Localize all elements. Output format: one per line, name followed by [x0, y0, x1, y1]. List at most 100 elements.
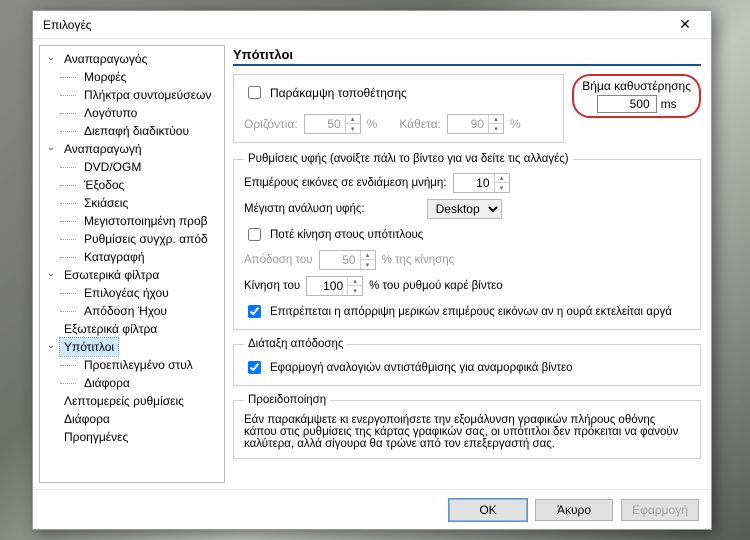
tree-item[interactable]: Απόδοση Ήχου [44, 302, 222, 320]
close-icon: ✕ [679, 16, 691, 33]
tree-branch-line [58, 302, 78, 320]
allow-drop-checkbox[interactable] [248, 305, 261, 318]
ok-button[interactable]: OK [449, 499, 527, 521]
delay-step-highlight: Βήμα καθυστέρησης ms [572, 74, 701, 118]
never-animate-label: Ποτέ κίνηση στους υπότιτλους [270, 229, 423, 241]
warning-legend: Προειδοποίηση [244, 394, 330, 406]
tree-branch-line [58, 158, 78, 176]
tree-branch-line [58, 104, 78, 122]
cancel-button[interactable]: Άκυρο [535, 499, 613, 521]
chevron-down-icon[interactable] [44, 142, 58, 156]
horizontal-label: Οριζόντια: [244, 117, 298, 131]
category-tree[interactable]: ΑναπαραγωγόςΜορφέςΠλήκτρα συντομεύσεωνΛο… [39, 45, 225, 483]
tree-item-label[interactable]: Προεπιλεγμένο στυλ [80, 356, 197, 374]
tree-item-label[interactable]: Προηγμένες [60, 428, 132, 446]
chevron-down-icon[interactable] [44, 268, 58, 282]
tree-item[interactable]: Καταγραφή [44, 248, 222, 266]
texture-settings-group: Ρυθμίσεις υφής (ανοίξτε πάλι το βίντεο γ… [233, 153, 701, 330]
tree-item[interactable]: Διεπαφή διαδικτύου [44, 122, 222, 140]
tree-item-label[interactable]: Μεγιστοποιημένη προβ [80, 212, 212, 230]
render-at-label: Απόδοση του [244, 254, 313, 266]
tree-item[interactable]: Μεγιστοποιημένη προβ [44, 212, 222, 230]
tree-item[interactable]: Πλήκτρα συντομεύσεων [44, 86, 222, 104]
tree-item-label[interactable]: Απόδοση Ήχου [80, 302, 171, 320]
tree-item-label[interactable]: Διεπαφή διαδικτύου [80, 122, 193, 140]
tree-item-label[interactable]: Πλήκτρα συντομεύσεων [80, 86, 215, 104]
tree-branch-line [58, 194, 78, 212]
tree-item-label[interactable]: Αναπαραγωγή [60, 140, 146, 158]
tree-branch-line [58, 86, 78, 104]
tree-item[interactable]: Διάφορα [44, 374, 222, 392]
options-dialog: Επιλογές ✕ ΑναπαραγωγόςΜορφέςΠλήκτρα συν… [32, 10, 712, 530]
tree-item[interactable]: Εσωτερικά φίλτρα [44, 266, 222, 284]
tree-item[interactable]: Ρυθμίσεις συγχρ. απόδ [44, 230, 222, 248]
dialog-title: Επιλογές [43, 18, 665, 32]
tree-item-label[interactable]: Καταγραφή [80, 248, 149, 266]
tree-item[interactable]: Αναπαραγωγή [44, 140, 222, 158]
tree-item[interactable]: Αναπαραγωγός [44, 50, 222, 68]
tree-branch-line [58, 284, 78, 302]
tree-item-label[interactable]: Λεπτομερείς ρυθμίσεις [60, 392, 188, 410]
tree-item-label[interactable]: Εξωτερικά φίλτρα [60, 320, 161, 338]
tree-item[interactable]: Προεπιλεγμένο στυλ [44, 356, 222, 374]
maxres-select[interactable]: Desktop [427, 199, 502, 219]
chevron-down-icon[interactable] [44, 340, 58, 354]
apply-button[interactable]: Εφαρμογή [621, 499, 699, 521]
vertical-spinner[interactable]: ▴▾ [447, 114, 504, 134]
close-button[interactable]: ✕ [665, 13, 705, 37]
animate-at-spinner[interactable]: ▴▾ [306, 276, 363, 296]
animate-at-label: Κίνηση του [244, 280, 300, 292]
tree-item-label[interactable]: Ρυθμίσεις συγχρ. απόδ [80, 230, 212, 248]
delay-step-input[interactable] [597, 95, 657, 113]
button-bar: OK Άκυρο Εφαρμογή [33, 489, 711, 529]
chevron-down-icon[interactable] [44, 52, 58, 66]
tree-item[interactable]: Προηγμένες [44, 428, 222, 446]
tree-branch-line [58, 68, 78, 86]
tree-item[interactable]: DVD/OGM [44, 158, 222, 176]
tree-item[interactable]: Μορφές [44, 68, 222, 86]
delay-step-unit: ms [661, 97, 677, 111]
tree-item-label[interactable]: Υπότιτλοι [60, 338, 118, 356]
render-layout-legend: Διάταξη απόδοσης [244, 338, 347, 350]
buffers-spinner[interactable]: ▴▾ [453, 173, 510, 193]
warning-group: Προειδοποίηση Εάν παρακάμψετε κι ενεργοπ… [233, 394, 701, 459]
tree-item-label[interactable]: Εσωτερικά φίλτρα [60, 266, 163, 284]
render-at-spinner[interactable]: ▴▾ [319, 250, 376, 270]
tree-item[interactable]: Εξωτερικά φίλτρα [44, 320, 222, 338]
override-placement-label: Παράκαμψη τοποθέτησης [270, 86, 407, 100]
warning-text: Εάν παρακάμψετε κι ενεργοποιήσετε την εξ… [244, 414, 690, 450]
delay-step-label: Βήμα καθυστέρησης [582, 79, 691, 93]
tree-item-label[interactable]: Επιλογέας ήχου [80, 284, 173, 302]
tree-branch-line [58, 212, 78, 230]
tree-branch-line [58, 230, 78, 248]
tree-item-label[interactable]: Μορφές [80, 68, 130, 86]
tree-branch-line [58, 374, 78, 392]
tree-item[interactable]: Σκιάσεις [44, 194, 222, 212]
horizontal-spinner[interactable]: ▴▾ [304, 114, 361, 134]
tree-item-label[interactable]: Αναπαραγωγός [60, 50, 151, 68]
tree-item[interactable]: Διάφορα [44, 410, 222, 428]
allow-drop-label: Επιτρέπεται η απόρριψη μερικών επιμέρους… [270, 306, 672, 318]
tree-item[interactable]: Επιλογέας ήχου [44, 284, 222, 302]
tree-branch-line [58, 356, 78, 374]
tree-item-label[interactable]: Διάφορα [60, 410, 114, 428]
anamorphic-label: Εφαρμογή αναλογιών αντιστάθμισης για ανα… [270, 362, 573, 374]
tree-item[interactable]: Λογότυπο [44, 104, 222, 122]
tree-item[interactable]: Λεπτομερείς ρυθμίσεις [44, 392, 222, 410]
anamorphic-checkbox[interactable] [248, 361, 261, 374]
override-placement-group: Παράκαμψη τοποθέτησης Οριζόντια: ▴▾ % Κά… [233, 74, 564, 143]
tree-item-label[interactable]: Σκιάσεις [80, 194, 132, 212]
tree-item-label[interactable]: Έξοδος [80, 176, 128, 194]
tree-item[interactable]: Υπότιτλοι [44, 338, 222, 356]
override-placement-checkbox[interactable] [248, 86, 261, 99]
tree-item-label[interactable]: DVD/OGM [80, 158, 145, 176]
tree-item[interactable]: Έξοδος [44, 176, 222, 194]
never-animate-checkbox[interactable] [248, 228, 261, 241]
tree-item-label[interactable]: Λογότυπο [80, 104, 141, 122]
titlebar: Επιλογές ✕ [33, 11, 711, 39]
tree-item-label[interactable]: Διάφορα [80, 374, 134, 392]
buffers-label: Επιμέρους εικόνες σε ενδιάμεση μνήμη: [244, 177, 447, 189]
section-title: Υπότιτλοι [233, 45, 701, 66]
texture-legend: Ρυθμίσεις υφής (ανοίξτε πάλι το βίντεο γ… [244, 153, 573, 165]
tree-branch-line [58, 176, 78, 194]
